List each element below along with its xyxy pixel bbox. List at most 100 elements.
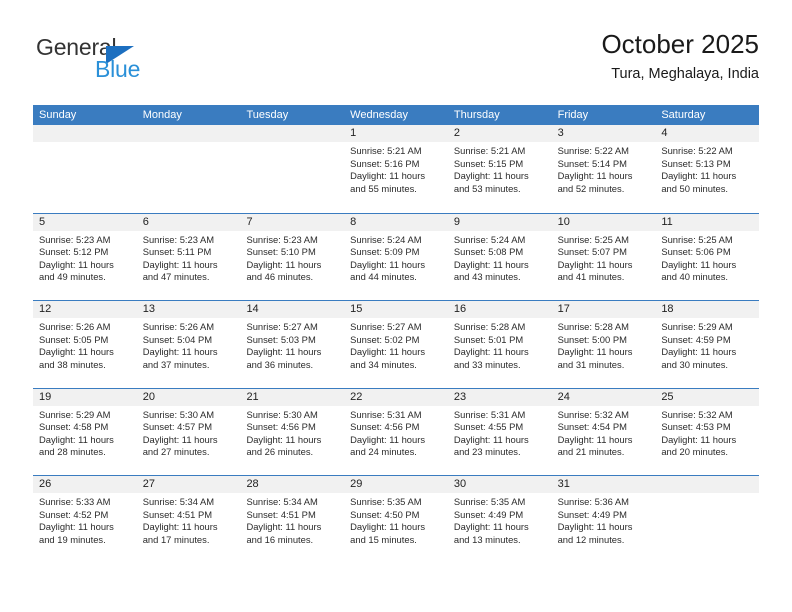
daylight-text-line1: Daylight: 11 hours [453,433,529,445]
logo-text-blue: Blue [95,56,141,82]
calendar-day-cell[interactable]: 28 Sunrise: 5:34 AM Sunset: 4:51 PM Dayligh… [240,476,345,563]
daylight-text-line1: Daylight: 11 hours [350,433,426,445]
weekday-header-monday: Monday [142,109,182,121]
calendar-day-cell[interactable]: 19 Sunrise: 5:29 AM Sunset: 4:58 PM Dayligh… [33,388,137,476]
calendar-day-cell[interactable]: 16 Sunrise: 5:28 AM Sunset: 5:01 PM Dayligh… [447,301,552,388]
calendar-day-cell[interactable]: 3 Sunrise: 5:22 AM Sunset: 5:14 PM Daylight… [551,125,656,213]
daylight-text-line2: and 31 minutes. [557,358,625,370]
sunset-text: Sunset: 4:51 PM [246,508,316,520]
daylight-text-line1: Daylight: 11 hours [350,346,426,358]
day-number: 30 [447,476,552,493]
day-number: 28 [240,476,345,493]
calendar-day-cell[interactable]: 12 Sunrise: 5:26 AM Sunset: 5:05 PM Dayligh… [33,301,137,388]
sunset-text: Sunset: 5:10 PM [246,246,316,258]
sunset-text: Sunset: 5:08 PM [453,246,524,258]
day-number: 29 [344,476,448,493]
daylight-text-line2: and 40 minutes. [661,271,729,283]
day-number: 11 [655,213,760,231]
daylight-text-line2: and 24 minutes. [350,446,417,458]
daylight-text-line2: and 27 minutes. [142,446,210,458]
day-astronomy-info: Sunrise: 5:26 AM Sunset: 5:05 PM Daylight:… [33,318,137,371]
day-astronomy-info: Sunrise: 5:23 AM Sunset: 5:12 PM Daylight:… [33,231,137,284]
day-astronomy-info: Sunrise: 5:36 AM Sunset: 4:49 PM Daylight:… [552,493,656,546]
daylight-text-line1: Daylight: 11 hours [142,521,218,533]
calendar-day-cell[interactable]: 9 Sunrise: 5:24 AM Sunset: 5:08 PM Daylight… [447,213,552,301]
sunrise-text: Sunrise: 5:35 AM [453,496,526,507]
calendar-day-cell[interactable]: 13 Sunrise: 5:26 AM Sunset: 5:04 PM Dayligh… [136,301,241,388]
sunrise-text: Sunrise: 5:33 AM [39,496,111,507]
day-astronomy-info: Sunrise: 5:22 AM Sunset: 5:13 PM Daylight:… [655,142,759,195]
calendar-day-cell[interactable]: 7 Sunrise: 5:23 AM Sunset: 5:10 PM Daylight… [240,213,345,301]
weekday-header-wednesday: Wednesday [350,109,409,121]
calendar-weeks: 1 Sunrise: 5:21 AM Sunset: 5:16 PM Daylight… [33,125,760,563]
calendar-day-cell[interactable]: 26 Sunrise: 5:33 AM Sunset: 4:52 PM Dayligh… [33,476,137,563]
day-astronomy-info: Sunrise: 5:22 AM Sunset: 5:14 PM Daylight:… [552,142,656,195]
calendar-day-cell[interactable]: 17 Sunrise: 5:28 AM Sunset: 5:00 PM Dayligh… [551,301,656,388]
day-number: 1 [344,125,448,142]
calendar-day-cell[interactable]: 5 Sunrise: 5:23 AM Sunset: 5:12 PM Daylight… [33,213,137,301]
calendar-day-cell[interactable]: 14 Sunrise: 5:27 AM Sunset: 5:03 PM Dayligh… [240,301,345,388]
sunset-text: Sunset: 4:56 PM [246,421,316,433]
daylight-text-line1: Daylight: 11 hours [350,170,426,182]
sunset-text: Sunset: 5:00 PM [557,333,627,345]
day-number: 8 [344,213,448,231]
calendar-day-cell[interactable]: 30 Sunrise: 5:35 AM Sunset: 4:49 PM Dayligh… [447,476,552,563]
daylight-text-line2: and 44 minutes. [350,271,417,283]
calendar-day-cell[interactable]: 20 Sunrise: 5:30 AM Sunset: 4:57 PM Dayligh… [136,388,241,476]
calendar-day-cell[interactable]: 15 Sunrise: 5:27 AM Sunset: 5:02 PM Dayligh… [344,301,448,388]
calendar-day-cell[interactable]: 25 Sunrise: 5:32 AM Sunset: 4:53 PM Dayligh… [655,388,760,476]
calendar-day-cell[interactable]: 1 Sunrise: 5:21 AM Sunset: 5:16 PM Daylight… [344,125,448,213]
daylight-text-line2: and 55 minutes. [350,182,417,194]
sunrise-text: Sunrise: 5:27 AM [246,321,318,332]
daylight-text-line1: Daylight: 11 hours [39,521,114,533]
calendar-day-cell[interactable]: 23 Sunrise: 5:31 AM Sunset: 4:55 PM Dayligh… [447,388,552,476]
calendar-day-cell[interactable]: 11 Sunrise: 5:25 AM Sunset: 5:06 PM Dayligh… [655,213,760,301]
day-number: 31 [551,476,656,493]
daylight-text-line1: Daylight: 11 hours [557,521,633,533]
daylight-text-line2: and 19 minutes. [39,533,106,545]
calendar-day-cell-empty [240,125,345,213]
day-number: 15 [344,301,448,318]
calendar-day-cell[interactable]: 18 Sunrise: 5:29 AM Sunset: 4:59 PM Dayligh… [655,301,760,388]
sunrise-text: Sunrise: 5:24 AM [453,233,526,245]
calendar-week-row: 1 Sunrise: 5:21 AM Sunset: 5:16 PM Daylight… [33,125,760,213]
calendar-day-cell[interactable]: 31 Sunrise: 5:36 AM Sunset: 4:49 PM Dayligh… [551,476,656,563]
daylight-text-line2: and 53 minutes. [453,182,521,194]
sunset-text: Sunset: 4:56 PM [350,421,420,433]
daylight-text-line1: Daylight: 11 hours [142,258,218,270]
calendar-day-cell[interactable]: 22 Sunrise: 5:31 AM Sunset: 4:56 PM Dayligh… [344,388,448,476]
day-astronomy-info: Sunrise: 5:25 AM Sunset: 5:07 PM Daylight:… [552,231,656,284]
day-number: 9 [447,213,552,231]
sunset-text: Sunset: 4:53 PM [661,421,731,433]
calendar-week-row: 19 Sunrise: 5:29 AM Sunset: 4:58 PM Dayligh… [33,387,760,476]
day-number: 5 [33,213,137,231]
calendar-day-cell[interactable]: 8 Sunrise: 5:24 AM Sunset: 5:09 PM Daylight… [344,213,448,301]
calendar-day-cell[interactable]: 4 Sunrise: 5:22 AM Sunset: 5:13 PM Daylight… [655,125,760,213]
weekday-header-tuesday: Tuesday [246,109,289,121]
calendar-day-cell[interactable]: 2 Sunrise: 5:21 AM Sunset: 5:15 PM Daylight… [447,125,552,213]
daylight-text-line2: and 16 minutes. [246,533,314,545]
daylight-text-line2: and 12 minutes. [557,533,625,545]
day-number [655,476,760,493]
calendar-week-row: 12 Sunrise: 5:26 AM Sunset: 5:05 PM Dayligh… [33,300,760,388]
calendar-day-cell[interactable]: 24 Sunrise: 5:32 AM Sunset: 4:54 PM Dayligh… [551,388,656,476]
day-astronomy-info: Sunrise: 5:23 AM Sunset: 5:10 PM Daylight:… [240,231,344,284]
sunrise-text: Sunrise: 5:25 AM [661,233,733,245]
day-astronomy-info: Sunrise: 5:21 AM Sunset: 5:16 PM Daylight:… [344,142,448,195]
calendar-day-cell[interactable]: 29 Sunrise: 5:35 AM Sunset: 4:50 PM Dayligh… [344,476,448,563]
calendar-day-cell[interactable]: 10 Sunrise: 5:25 AM Sunset: 5:07 PM Dayligh… [551,213,656,301]
calendar-day-cell[interactable]: 21 Sunrise: 5:30 AM Sunset: 4:56 PM Dayligh… [240,388,345,476]
daylight-text-line1: Daylight: 11 hours [661,170,737,182]
sunrise-text: Sunrise: 5:34 AM [246,496,318,507]
daylight-text-line2: and 36 minutes. [246,358,314,370]
daylight-text-line1: Daylight: 11 hours [39,433,114,445]
sunrise-text: Sunrise: 5:28 AM [453,321,526,332]
sunrise-text: Sunrise: 5:23 AM [142,233,215,245]
daylight-text-line2: and 37 minutes. [142,358,210,370]
weekday-header-thursday: Thursday [453,109,500,121]
daylight-text-line1: Daylight: 11 hours [142,433,218,445]
day-astronomy-info: Sunrise: 5:25 AM Sunset: 5:06 PM Daylight:… [655,231,759,284]
calendar-day-cell[interactable]: 6 Sunrise: 5:23 AM Sunset: 5:11 PM Daylight… [136,213,241,301]
calendar-day-cell[interactable]: 27 Sunrise: 5:34 AM Sunset: 4:51 PM Dayligh… [136,476,241,563]
general-blue-logo[interactable]: General Blue [33,34,213,90]
